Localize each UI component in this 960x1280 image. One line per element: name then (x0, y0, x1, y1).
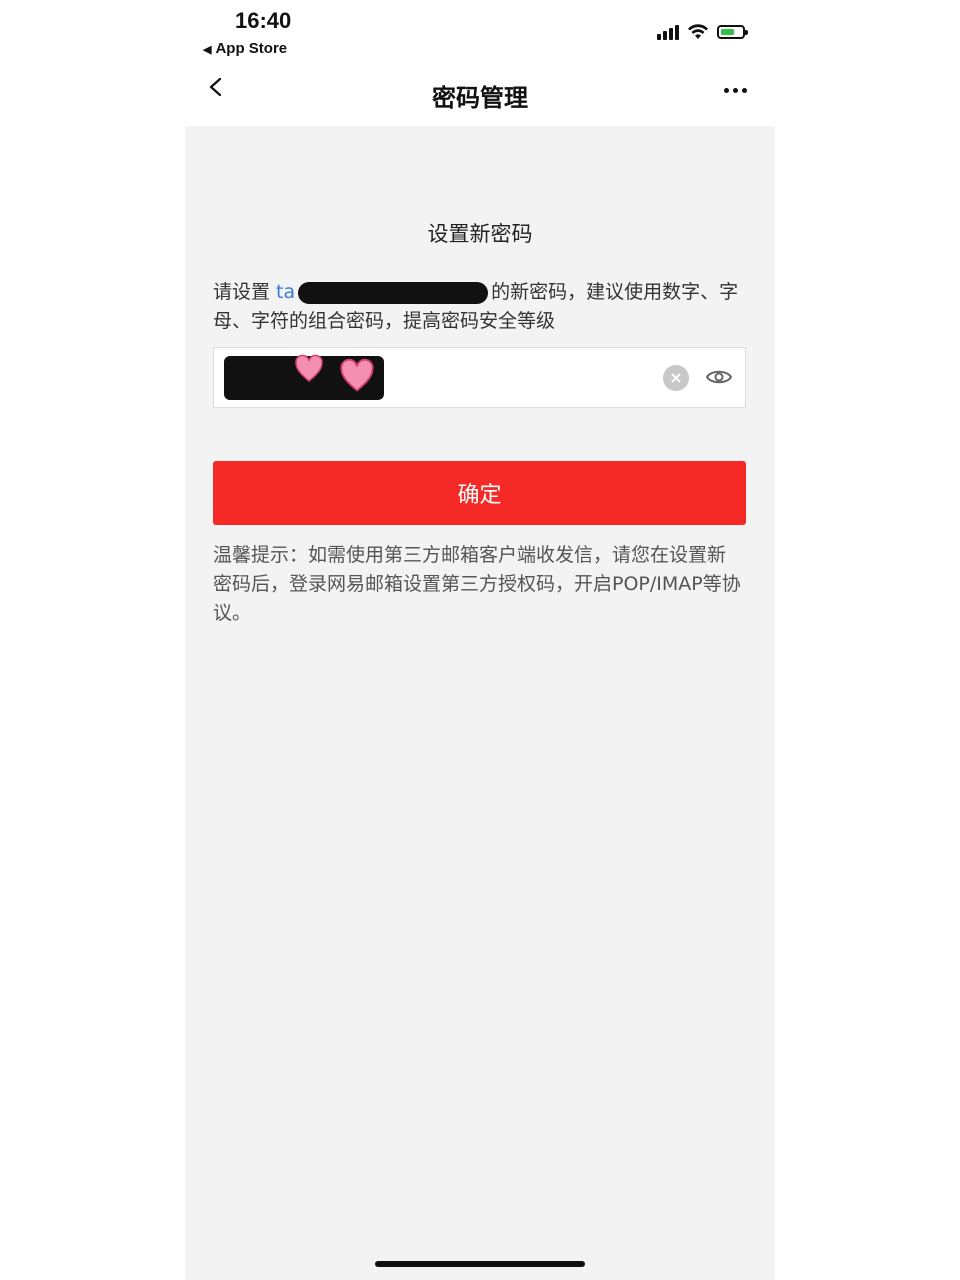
password-input[interactable] (214, 348, 634, 407)
password-field[interactable]: × (213, 347, 746, 408)
section-title: 设置新密码 (427, 222, 533, 246)
back-app-label: App Store (215, 40, 288, 57)
account-name: ta (276, 281, 296, 303)
home-indicator[interactable] (375, 1261, 585, 1267)
wifi-icon (688, 24, 708, 39)
status-icons (657, 20, 748, 44)
description-prefix: 请设置 (213, 281, 277, 303)
back-to-app-store[interactable]: ◀ App Store (203, 40, 287, 57)
signal-icon (657, 24, 679, 40)
description-text: 请设置 ta 的新密码，建议使用数字、字母、字符的组合密码，提高密码安全等级 (213, 278, 743, 336)
battery-icon (717, 25, 748, 39)
redacted-account (298, 281, 489, 304)
back-triangle-icon: ◀ (203, 44, 212, 56)
phone-screen: 16:40 ◀ App Store 密码管理 设置新密码 请设置 ta 的新密码… (185, 0, 775, 1280)
tip-text: 温馨提示：如需使用第三方邮箱客户端收发信，请您在设置新密码后，登录网易邮箱设置第… (213, 544, 741, 624)
top-bar: 16:40 ◀ App Store 密码管理 (185, 0, 775, 126)
page-title: 密码管理 (432, 84, 528, 112)
eye-icon[interactable] (705, 366, 733, 388)
clear-icon[interactable]: × (663, 365, 689, 391)
confirm-button[interactable]: 确定 (213, 461, 746, 525)
status-time: 16:40 (235, 8, 292, 33)
more-dots-icon[interactable] (724, 88, 747, 93)
